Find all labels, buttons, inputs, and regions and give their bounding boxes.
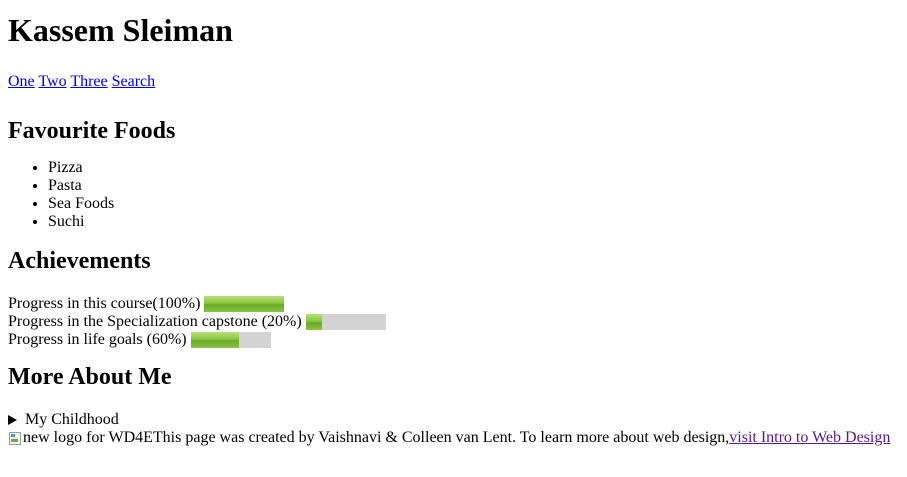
- intro-web-design-link[interactable]: visit Intro to Web Design: [729, 429, 890, 447]
- list-item: Pizza: [48, 159, 899, 177]
- childhood-summary[interactable]: My Childhood: [8, 411, 899, 429]
- progress-row: Progress in this course(100%): [8, 295, 899, 313]
- page: Kassem Sleiman One Two Three Search Favo…: [0, 12, 907, 447]
- nav-link-three[interactable]: Three: [70, 73, 107, 90]
- progress-label: Progress in the Specialization capstone …: [8, 313, 302, 330]
- progress-label: Progress in this course(100%): [8, 295, 201, 312]
- favourite-foods-list: Pizza Pasta Sea Foods Suchi: [8, 159, 899, 231]
- logo-image: new logo for WD4E: [8, 429, 153, 447]
- page-title: Kassem Sleiman: [8, 12, 233, 48]
- progress-bar: [190, 332, 271, 348]
- progress-bar-fill: [204, 296, 285, 312]
- main-nav: One Two Three Search: [8, 73, 899, 91]
- broken-image-icon: [8, 431, 22, 445]
- progress-row: Progress in life goals (60%): [8, 331, 899, 349]
- achievements-list: Progress in this course(100%) Progress i…: [8, 295, 899, 349]
- nav-link-search[interactable]: Search: [112, 73, 156, 90]
- list-item: Sea Foods: [48, 195, 899, 213]
- logo-alt-text: new logo for WD4E: [23, 429, 153, 446]
- progress-row: Progress in the Specialization capstone …: [8, 313, 899, 331]
- footer-text: This page was created by Vaishnavi & Col…: [152, 429, 730, 446]
- progress-bar: [305, 314, 386, 330]
- progress-label: Progress in life goals (60%): [8, 331, 187, 348]
- progress-bar-fill: [305, 314, 322, 330]
- more-about-me-heading: More About Me: [8, 364, 172, 390]
- nav-link-one[interactable]: One: [8, 73, 35, 90]
- progress-bar: [204, 296, 285, 312]
- disclosure-triangle-icon[interactable]: [8, 415, 17, 425]
- footer: new logo for WD4E This page was created …: [8, 429, 899, 447]
- achievements-heading: Achievements: [8, 248, 151, 274]
- childhood-summary-label: My Childhood: [25, 411, 119, 428]
- favourite-foods-heading: Favourite Foods: [8, 118, 176, 144]
- childhood-details[interactable]: My Childhood: [8, 411, 899, 429]
- list-item: Pasta: [48, 177, 899, 195]
- nav-link-two[interactable]: Two: [38, 73, 66, 90]
- progress-bar-fill: [190, 332, 239, 348]
- list-item: Suchi: [48, 213, 899, 231]
